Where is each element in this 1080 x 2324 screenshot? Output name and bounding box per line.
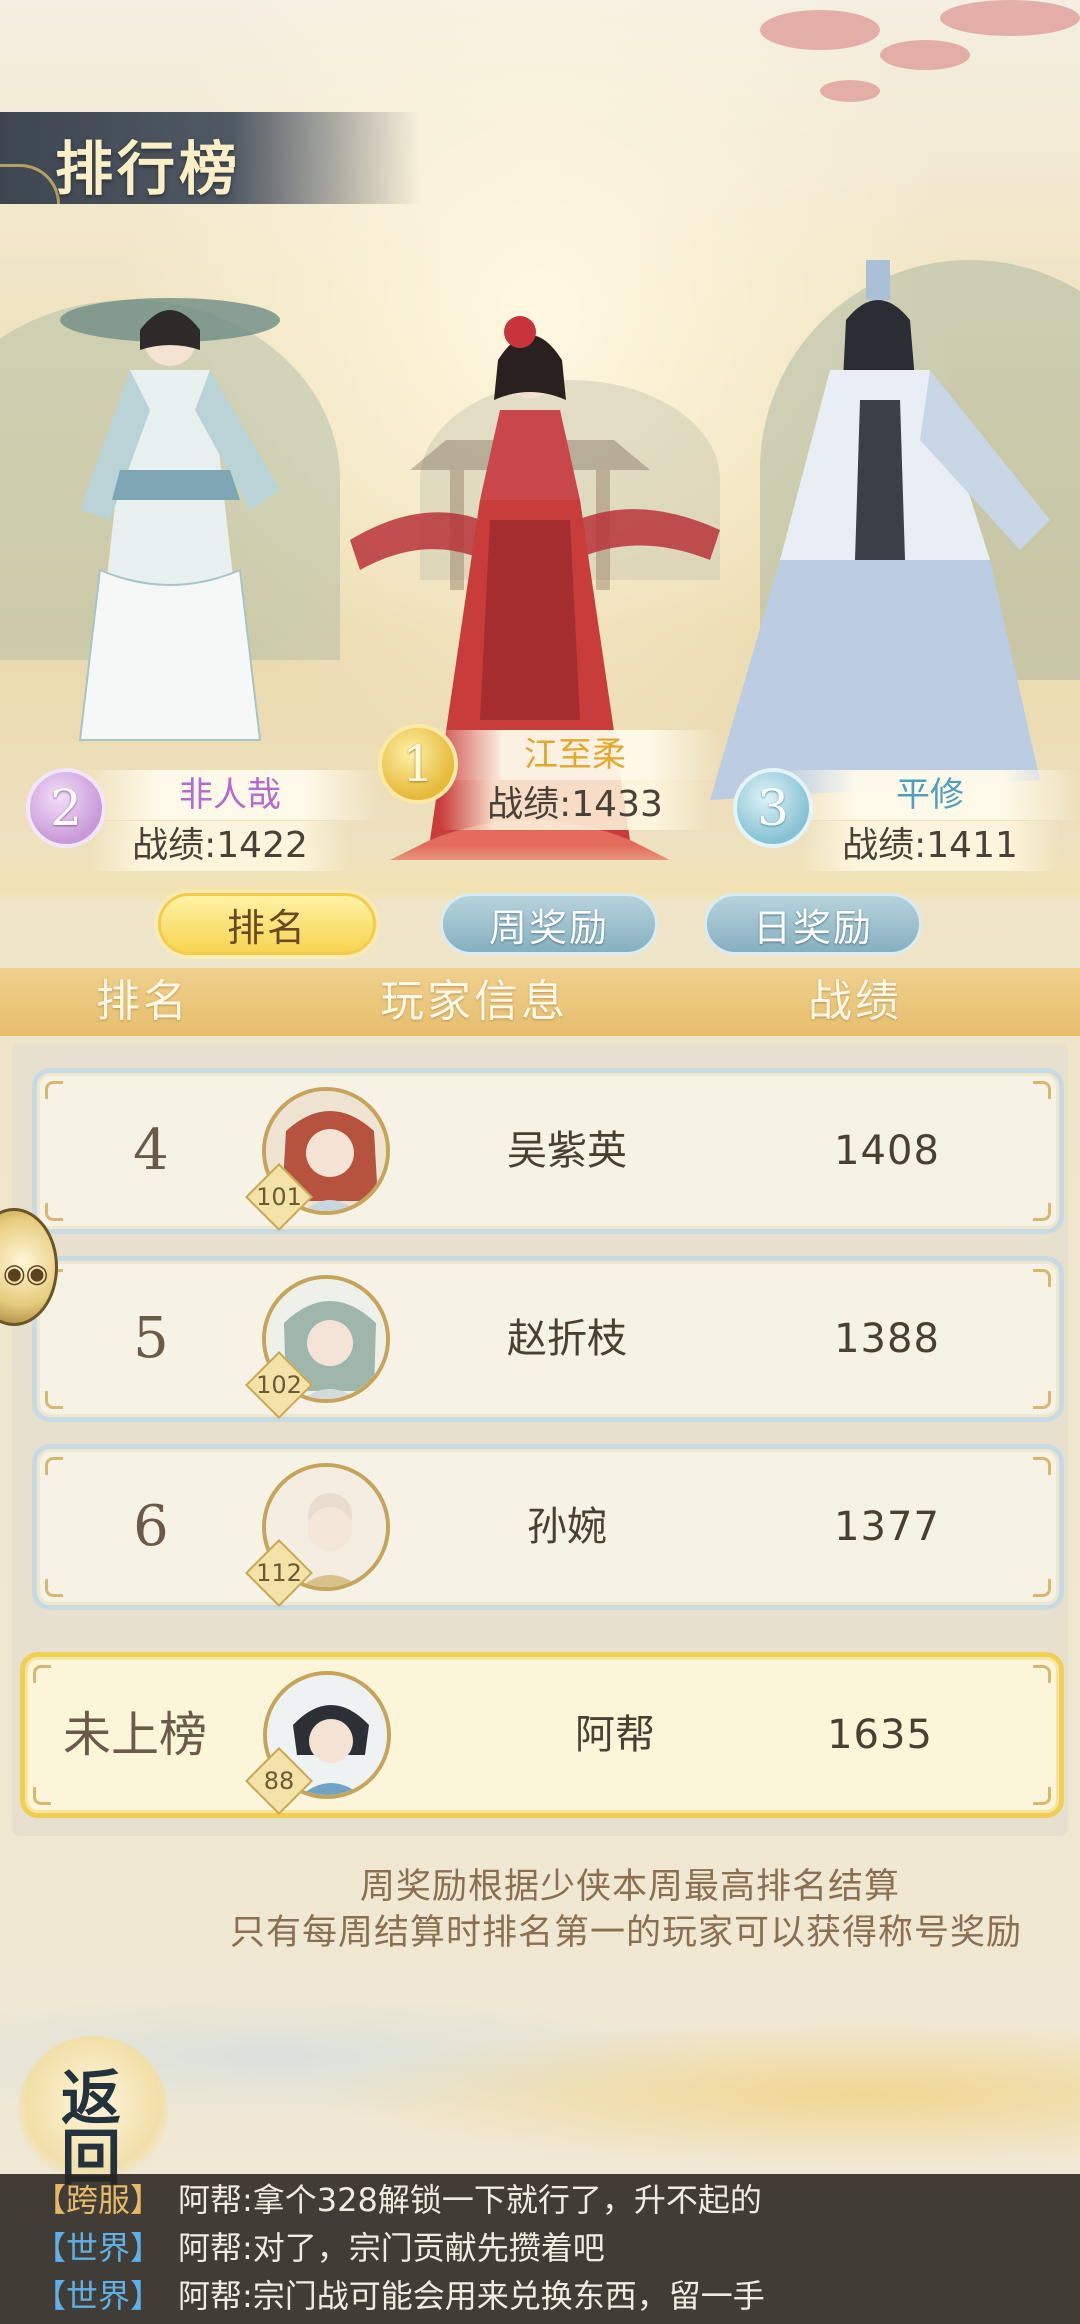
chat-text: 拿个328解锁一下就行了，升不起的: [252, 2181, 762, 2219]
back-button[interactable]: 返 回: [18, 2036, 168, 2194]
chat-text: 宗门战可能会用来兑换东西，留一手: [252, 2277, 765, 2315]
rank-3-character-illustration[interactable]: [690, 260, 1080, 820]
reward-note-1: 周奖励根据少侠本周最高排名结算: [360, 1867, 901, 1907]
blossom-decoration: [760, 10, 880, 50]
tab-ranking[interactable]: 排名: [158, 893, 376, 955]
level-text: 101: [256, 1183, 302, 1211]
chat-box[interactable]: 【跨服】 阿帮:拿个328解锁一下就行了，升不起的 【世界】 阿帮:对了，宗门贡献先…: [0, 2174, 1080, 2324]
chat-channel: 【世界】: [34, 2277, 163, 2315]
table-row[interactable]: 5 102 赵折枝 1388: [32, 1256, 1064, 1422]
blossom-decoration: [820, 80, 880, 102]
row-rank: 6: [133, 1494, 169, 1559]
chat-message: 【跨服】 阿帮:拿个328解锁一下就行了，升不起的: [34, 2176, 762, 2224]
rank-1-medal: 1: [378, 724, 458, 804]
player-name: 孙婉: [527, 1504, 607, 1550]
chat-message: 【世界】 阿帮:宗门战可能会用来兑换东西，留一手: [34, 2272, 765, 2320]
blossom-decoration: [940, 0, 1080, 36]
header-rank: 排名: [96, 976, 190, 1027]
header-score: 战绩: [808, 976, 902, 1027]
podium-1-name[interactable]: 江至柔: [430, 730, 720, 780]
my-rank: 未上榜: [62, 1707, 207, 1763]
my-rank-row[interactable]: 未上榜 88 阿帮 1635: [20, 1652, 1064, 1818]
tab-weekly-reward[interactable]: 周奖励: [440, 893, 658, 955]
chat-sender: 阿帮:: [178, 2229, 253, 2267]
level-text: 102: [256, 1371, 302, 1399]
blossom-decoration: [880, 40, 970, 70]
podium-3-score: 战绩:1411: [800, 821, 1060, 871]
table-row[interactable]: 4 101 吴紫英 1408: [32, 1068, 1064, 1234]
chat-channel: 【跨服】: [34, 2181, 163, 2219]
podium-3-name-text: 平修: [896, 775, 964, 815]
tab-daily-reward[interactable]: 日奖励: [704, 893, 922, 955]
player-score: 1408: [834, 1128, 940, 1174]
reward-note-2: 只有每周结算时排名第一的玩家可以获得称号奖励: [230, 1913, 1023, 1953]
my-name: 阿帮: [575, 1712, 655, 1758]
chat-sender: 阿帮:: [178, 2277, 253, 2315]
podium-2-name[interactable]: 非人哉: [80, 770, 380, 820]
podium-1-score: 战绩:1433: [440, 780, 710, 830]
podium-3-name[interactable]: 平修: [780, 770, 1080, 820]
row-rank: 4: [133, 1118, 169, 1183]
rank-2-character-illustration[interactable]: [20, 270, 340, 770]
chat-dots-icon: ◉◉: [3, 1259, 49, 1289]
level-text: 112: [256, 1559, 302, 1587]
podium-2-score: 战绩:1422: [90, 821, 350, 871]
ranking-list[interactable]: 4 101 吴紫英 1408 5 102 赵折枝 1388 6 112 孙婉 1…: [12, 1044, 1068, 1836]
chat-sender: 阿帮:: [178, 2181, 253, 2219]
chat-message: 【世界】 阿帮:对了，宗门贡献先攒着吧: [34, 2224, 605, 2272]
rank-2-medal: 2: [26, 768, 106, 848]
list-header: 排名 玩家信息 战绩: [0, 968, 1080, 1036]
chat-text: 对了，宗门贡献先攒着吧: [252, 2229, 605, 2267]
rank-3-medal: 3: [733, 768, 813, 848]
page-title: 排行榜: [55, 135, 242, 203]
player-score: 1388: [834, 1316, 940, 1362]
my-score: 1635: [827, 1712, 933, 1758]
podium-1-name-text: 江至柔: [524, 735, 626, 775]
header-player-info: 玩家信息: [380, 976, 568, 1027]
level-text: 88: [263, 1767, 295, 1795]
player-name: 吴紫英: [507, 1128, 627, 1174]
podium-2-name-text: 非人哉: [179, 775, 281, 815]
player-score: 1377: [834, 1504, 940, 1550]
row-rank: 5: [133, 1306, 169, 1371]
table-row[interactable]: 6 112 孙婉 1377: [32, 1444, 1064, 1610]
bottom-decoration: [0, 1980, 1080, 2170]
player-name: 赵折枝: [507, 1316, 627, 1362]
chat-channel: 【世界】: [34, 2229, 163, 2267]
